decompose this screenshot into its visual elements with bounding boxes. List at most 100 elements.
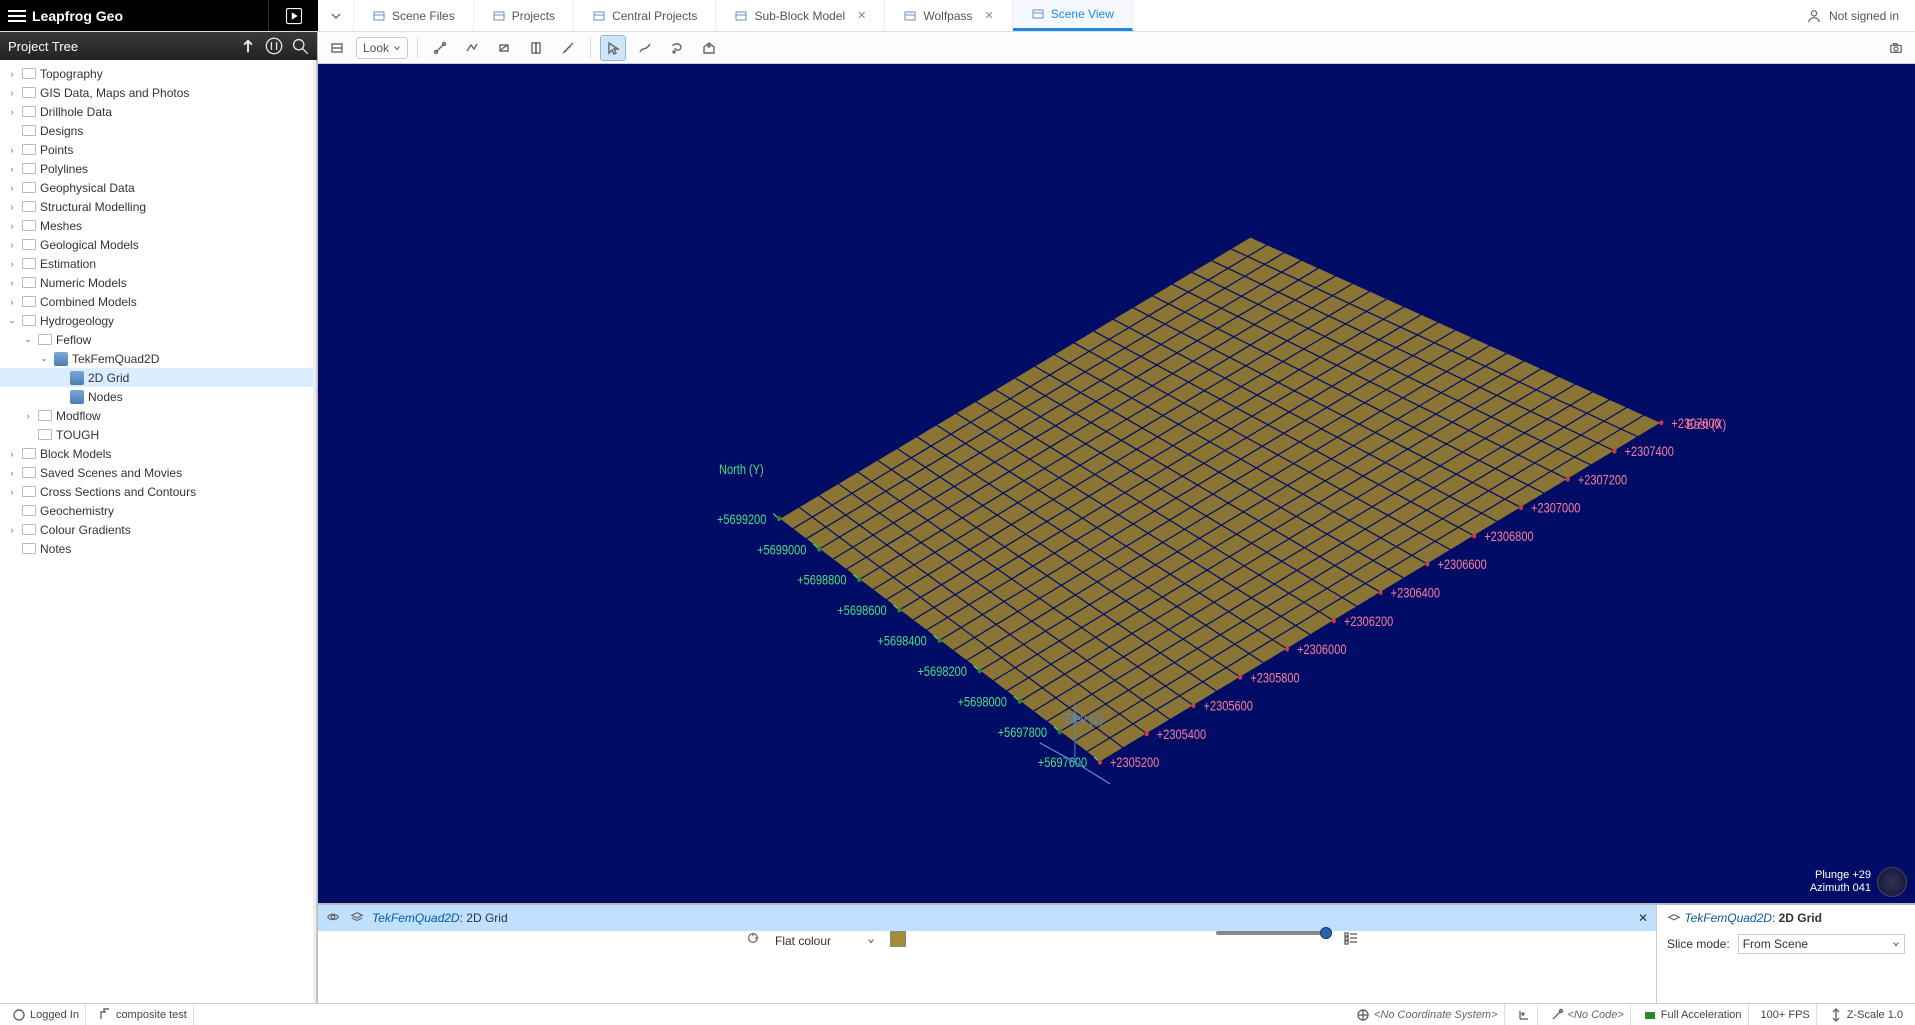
close-tab-icon[interactable]: ✕ [857,9,866,22]
color-picker-icon[interactable] [746,931,760,948]
tree-item-topography[interactable]: ›Topography [0,64,317,83]
expand-toggle-icon[interactable]: ⌄ [6,315,18,327]
project-tree[interactable]: ›Topography›GIS Data, Maps and Photos›Dr… [0,60,317,1003]
tree-item-saved-scenes-and-movies[interactable]: ›Saved Scenes and Movies [0,463,317,482]
tree-item-combined-models[interactable]: ›Combined Models [0,292,317,311]
slice-mode-select[interactable]: From Scene [1738,934,1905,954]
expand-toggle-icon[interactable]: › [6,258,18,270]
draw-line-button[interactable] [427,35,453,61]
play-button[interactable] [268,0,318,31]
expand-toggle-icon[interactable]: › [6,296,18,308]
sidebar-splitter[interactable] [313,60,317,1003]
opacity-slider[interactable] [1216,931,1326,935]
user-status[interactable]: Not signed in [1695,0,1915,31]
tree-item-block-models[interactable]: ›Block Models [0,444,317,463]
expand-toggle-icon[interactable]: › [6,87,18,99]
status-coord-system[interactable]: <No Coordinate System> [1350,1004,1505,1025]
scene-item-row[interactable]: TekFemQuad2D: 2D Grid ✕ [318,905,1656,931]
tree-item-feflow[interactable]: ⌄Feflow [0,330,317,349]
expand-toggle-icon[interactable]: › [6,201,18,213]
expand-toggle-icon[interactable]: › [6,448,18,460]
tree-item-label: Drillhole Data [40,105,112,119]
compass-icon[interactable] [1877,867,1907,897]
expand-toggle-icon[interactable]: › [22,410,34,422]
status-code[interactable]: <No Code> [1544,1004,1631,1025]
tree-item-hydrogeology[interactable]: ⌄Hydrogeology [0,311,317,330]
expand-toggle-icon[interactable]: ⌄ [38,353,50,365]
tree-item-modflow[interactable]: ›Modflow [0,406,317,425]
tab-central-projects[interactable]: Central Projects [574,0,716,31]
screenshot-button[interactable] [1883,35,1909,61]
tab-scene-files[interactable]: Scene Files [354,0,474,31]
expand-toggle-icon[interactable]: › [6,144,18,156]
legend-toggle-icon[interactable] [1344,931,1358,948]
expand-toggle-icon[interactable]: › [6,182,18,194]
draw-polyline-button[interactable] [459,35,485,61]
svg-text:+2307400: +2307400 [1625,444,1674,460]
expand-toggle-icon[interactable]: › [6,277,18,289]
tree-item-cross-sections-and-contours[interactable]: ›Cross Sections and Contours [0,482,317,501]
status-zscale[interactable]: Z-Scale 1.0 [1823,1004,1909,1025]
tree-item-tekfemquad2d[interactable]: ⌄TekFemQuad2D [0,349,317,368]
expand-toggle-icon[interactable]: › [6,239,18,251]
tree-item-structural-modelling[interactable]: ›Structural Modelling [0,197,317,216]
tag-button[interactable] [696,35,722,61]
slicer-button[interactable] [523,35,549,61]
tree-item-drillhole-data[interactable]: › Drillhole Data [0,102,317,121]
svg-text:+5698200: +5698200 [918,664,967,680]
lasso-button[interactable] [664,35,690,61]
color-swatch[interactable] [890,931,906,947]
remove-scene-item-icon[interactable]: ✕ [1638,911,1648,925]
tab-sub-block-model[interactable]: Sub-Block Model✕ [716,0,885,31]
tree-item-geochemistry[interactable]: Geochemistry [0,501,317,520]
tab-scene-view[interactable]: Scene View [1013,0,1133,31]
tree-item-numeric-models[interactable]: ›Numeric Models [0,273,317,292]
color-mode-dropdown[interactable]: Flat colour [770,931,880,951]
tree-item-colour-gradients[interactable]: ›Colour Gradients [0,520,317,539]
look-dropdown[interactable]: Look [356,37,408,59]
status-logged-in[interactable]: Logged In [6,1004,86,1025]
hamburger-icon[interactable] [8,10,26,22]
status-axes-icon[interactable] [1511,1004,1538,1025]
tab-wolfpass[interactable]: Wolfpass✕ [885,0,1012,31]
tree-item-nodes[interactable]: Nodes [0,387,317,406]
close-tab-icon[interactable]: ✕ [985,9,994,22]
expand-toggle-icon[interactable]: › [6,467,18,479]
tree-item-geophysical-data[interactable]: ›Geophysical Data [0,178,317,197]
ruler-button[interactable] [555,35,581,61]
expand-toggle-icon[interactable]: › [6,486,18,498]
tree-item-designs[interactable]: Designs [0,121,317,140]
tree-item-polylines[interactable]: ›Polylines [0,159,317,178]
expand-toggle-icon[interactable]: › [6,68,18,80]
tree-item-notes[interactable]: Notes [0,539,317,558]
expand-toggle-icon[interactable]: ⌄ [22,334,34,346]
folder-icon [38,410,52,421]
tab-overflow-dropdown[interactable] [318,0,354,31]
search-icon[interactable] [291,37,309,55]
expand-toggle-icon[interactable]: › [6,106,18,118]
bounding-box-button[interactable] [324,35,350,61]
expand-toggle-icon[interactable]: › [6,163,18,175]
tree-item-points[interactable]: ›Points [0,140,317,159]
tree-item-geological-models[interactable]: › Geological Models [0,235,317,254]
visibility-toggle-icon[interactable] [326,910,342,927]
scene-viewport[interactable]: +5699200+5699000+5698800+5698600+5698400… [318,64,1915,903]
expand-toggle-icon[interactable]: › [6,220,18,232]
tree-item-meshes[interactable]: ›Meshes [0,216,317,235]
tree-item-2d-grid[interactable]: 2D Grid [0,368,317,387]
tab-projects[interactable]: Projects [474,0,574,31]
pause-icon[interactable] [265,37,283,55]
select-button[interactable] [600,35,626,61]
tab-icon [592,9,606,23]
scene-toolbar: Look [318,32,1915,64]
tree-item-label: Geological Models [40,238,139,252]
tree-item-tough[interactable]: TOUGH [0,425,317,444]
expand-toggle-icon[interactable]: › [6,524,18,536]
draw-freehand-button[interactable] [632,35,658,61]
status-acceleration: Full Acceleration [1637,1004,1749,1025]
status-job[interactable]: composite test [92,1004,194,1025]
tree-item-estimation[interactable]: ›Estimation [0,254,317,273]
draw-plane-button[interactable] [491,35,517,61]
tree-item-gis-data-maps-and-photos[interactable]: ›GIS Data, Maps and Photos [0,83,317,102]
collapse-up-icon[interactable] [239,37,257,55]
